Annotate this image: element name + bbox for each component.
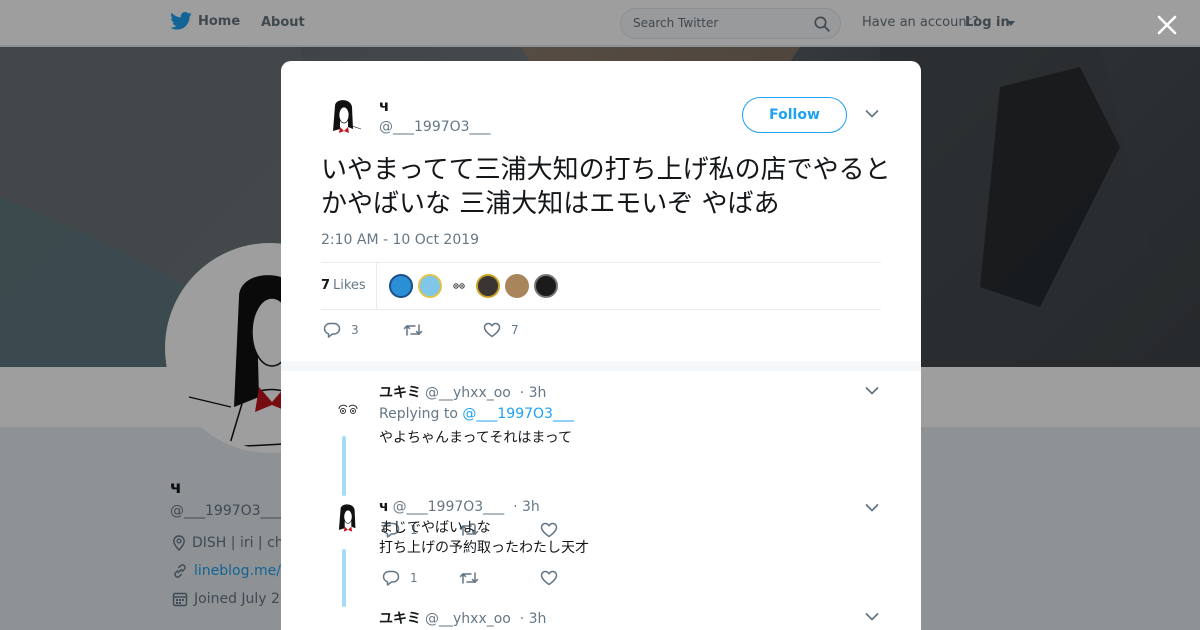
tweet-modal: ч @___1997O3___ Follow いやまってて三浦大知の打ち上げ私の… xyxy=(281,61,921,630)
reply-author-avatar[interactable] xyxy=(329,619,367,630)
reply-author-name[interactable]: ユキミ xyxy=(379,611,421,627)
avatar-illustration xyxy=(329,619,367,630)
retweet-icon xyxy=(403,324,423,336)
reply-retweet-button[interactable] xyxy=(459,570,479,586)
close-icon[interactable] xyxy=(1155,13,1179,37)
reply-icon xyxy=(382,570,400,586)
replying-to-handle[interactable]: @___1997O3___ xyxy=(462,406,574,422)
thread-connector xyxy=(342,436,346,496)
liker-avatar[interactable] xyxy=(534,274,558,298)
replying-to: Replying to @___1997O3___ xyxy=(379,406,574,422)
liker-avatar[interactable] xyxy=(505,274,529,298)
reply-author-line[interactable]: ユキミ @__yhxx_oo · 3h xyxy=(379,382,546,402)
reply-author-name[interactable]: ч xyxy=(379,499,389,515)
heart-icon xyxy=(540,522,558,538)
liker-face-icon xyxy=(453,283,465,289)
reply-reply-count: 1 xyxy=(410,571,418,585)
retweet-icon xyxy=(459,572,479,584)
tweet-stats: 7 Likes xyxy=(321,262,881,310)
reply-reply-button[interactable]: 1 xyxy=(382,570,418,586)
retweet-button[interactable] xyxy=(403,322,423,338)
tweet-author-name[interactable]: ч xyxy=(379,97,389,115)
reply-time[interactable]: · 3h xyxy=(520,385,547,401)
tweet-timestamp[interactable]: 2:10 AM - 10 Oct 2019 xyxy=(321,232,479,248)
avatar-illustration xyxy=(333,100,362,133)
reply-author-handle[interactable]: @__yhxx_oo xyxy=(425,385,511,401)
tweet-author-avatar[interactable] xyxy=(321,96,367,142)
thread-connector xyxy=(342,549,346,607)
reply-author-line[interactable]: ч @___1997O3___ · 3h xyxy=(379,499,540,515)
like-count: 7 xyxy=(511,323,519,337)
reply-text-line: まじでやばいよな xyxy=(379,520,491,536)
tweet-text: いやまってて三浦大知の打ち上げ私の店でやるとかやばいな 三浦大知はエモいぞ やば… xyxy=(321,155,891,219)
chevron-down-icon[interactable] xyxy=(865,386,879,396)
chevron-down-icon[interactable] xyxy=(865,109,879,119)
reply-like-button[interactable] xyxy=(540,522,558,538)
reply-button[interactable]: 3 xyxy=(323,322,359,338)
avatar-illustration xyxy=(338,404,358,414)
reply-time[interactable]: · 3h xyxy=(513,499,540,515)
stats-divider xyxy=(376,263,377,309)
replying-to-label: Replying to xyxy=(379,406,458,422)
reply-icon xyxy=(323,322,341,338)
likes-count[interactable]: 7 xyxy=(321,278,330,293)
replies-separator xyxy=(281,361,921,371)
reply-author-avatar[interactable] xyxy=(329,501,367,539)
reply-text: やよちゃんまってそれはまって xyxy=(379,430,573,446)
liker-avatar[interactable] xyxy=(389,274,413,298)
avatar-illustration xyxy=(338,504,356,532)
reply-count: 3 xyxy=(351,323,359,337)
likes-label[interactable]: Likes xyxy=(333,278,366,293)
heart-icon xyxy=(540,570,558,586)
reply-author-avatar[interactable] xyxy=(329,391,367,429)
heart-icon xyxy=(483,322,501,338)
like-button[interactable]: 7 xyxy=(483,322,519,338)
liker-avatar[interactable] xyxy=(476,274,500,298)
reply-author-handle[interactable]: @___1997O3___ xyxy=(393,499,505,515)
reply-like-button[interactable] xyxy=(540,570,558,586)
reply-author-line[interactable]: ユキミ @__yhxx_oo · 3h xyxy=(379,608,546,628)
reply-text-line: 打ち上げの予約取ったわたし天才 xyxy=(379,540,589,556)
tweet-actions: 3 7 xyxy=(321,322,621,342)
chevron-down-icon[interactable] xyxy=(865,503,879,513)
chevron-down-icon[interactable] xyxy=(865,612,879,622)
tweet-author-handle[interactable]: @___1997O3___ xyxy=(379,119,491,135)
reply-time[interactable]: · 3h xyxy=(520,611,547,627)
reply-author-handle[interactable]: @__yhxx_oo xyxy=(425,611,511,627)
liker-avatar[interactable] xyxy=(447,274,471,298)
follow-button[interactable]: Follow xyxy=(742,97,847,133)
liker-avatar[interactable] xyxy=(418,274,442,298)
reply-author-name[interactable]: ユキミ xyxy=(379,385,421,401)
